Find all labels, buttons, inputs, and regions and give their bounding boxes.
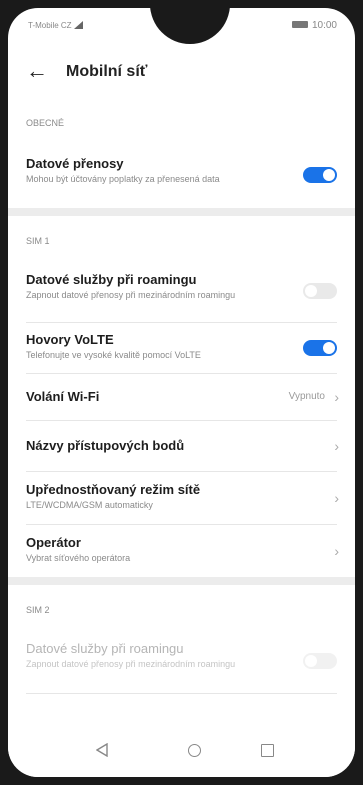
setting-title: Datové přenosy <box>26 156 124 171</box>
battery-icon <box>291 21 308 28</box>
setting-subtitle: Mohou být účtovány poplatky za přenesená… <box>26 174 220 184</box>
section-header-general: OBECNÉ <box>26 118 65 128</box>
app-bar: ← Mobilní síť <box>8 50 355 94</box>
divider <box>26 693 337 694</box>
setting-wifi-calling[interactable]: Volání Wi-Fi Vypnuto › <box>8 374 355 420</box>
signal-icon <box>73 21 83 29</box>
system-nav-bar <box>8 729 355 777</box>
sim2-roaming-toggle <box>303 653 337 669</box>
section-gap <box>8 208 355 216</box>
setting-subtitle: Telefonujte ve vysoké kvalitě pomocí VoL… <box>26 350 201 360</box>
chevron-right-icon: › <box>334 389 339 405</box>
section-header-sim2: SIM 2 <box>26 605 50 615</box>
sim1-roaming-toggle[interactable] <box>303 283 337 299</box>
phone-screen: T-Mobile CZ 10:00 ← Mobilní síť OBECNÉ D… <box>8 8 355 777</box>
nav-back-icon[interactable] <box>96 743 108 757</box>
setting-subtitle: Zapnout datové přenosy při mezinárodním … <box>26 659 236 669</box>
setting-subtitle: Vybrat síťového operátora <box>26 553 131 563</box>
setting-sim2-roaming: Datové služby při roamingu Zapnout datov… <box>8 629 355 693</box>
setting-network-mode[interactable]: Upřednostňovaný režim sítě LTE/WCDMA/GSM… <box>8 472 355 524</box>
setting-title: Názvy přístupových bodů <box>26 438 185 453</box>
setting-operator[interactable]: Operátor Vybrat síťového operátora › <box>8 525 355 577</box>
section-header-sim1: SIM 1 <box>26 236 50 246</box>
setting-title: Datové služby při roamingu <box>26 641 184 656</box>
setting-data-transfer[interactable]: Datové přenosy Mohou být účtovány poplat… <box>8 142 355 208</box>
wifi-calling-value: Vypnuto <box>288 391 325 402</box>
settings-list: OBECNÉ Datové přenosy Mohou být účtovány… <box>8 98 355 694</box>
nav-home-icon[interactable] <box>188 744 201 757</box>
setting-title: Hovory VoLTE <box>26 332 114 347</box>
status-clock: 10:00 <box>291 20 337 31</box>
setting-subtitle: Zapnout datové přenosy při mezinárodním … <box>26 290 236 300</box>
volte-toggle[interactable] <box>303 340 337 356</box>
chevron-right-icon: › <box>334 490 339 506</box>
setting-volte[interactable]: Hovory VoLTE Telefonujte ve vysoké kvali… <box>8 323 355 373</box>
chevron-right-icon: › <box>334 543 339 559</box>
setting-title: Datové služby při roamingu <box>26 272 197 287</box>
setting-title: Upřednostňovaný režim sítě <box>26 482 201 497</box>
carrier-label: T-Mobile CZ <box>28 21 83 30</box>
section-gap <box>8 577 355 585</box>
chevron-right-icon: › <box>334 438 339 454</box>
setting-subtitle: LTE/WCDMA/GSM automaticky <box>26 500 153 510</box>
setting-apn[interactable]: Názvy přístupových bodů › <box>8 421 355 471</box>
setting-sim1-roaming[interactable]: Datové služby při roamingu Zapnout datov… <box>8 260 355 322</box>
data-transfer-toggle[interactable] <box>303 167 337 183</box>
setting-title: Operátor <box>26 535 81 550</box>
page-title: Mobilní síť <box>66 63 148 80</box>
nav-recents-icon[interactable] <box>261 744 274 757</box>
back-arrow-icon[interactable]: ← <box>26 58 48 84</box>
